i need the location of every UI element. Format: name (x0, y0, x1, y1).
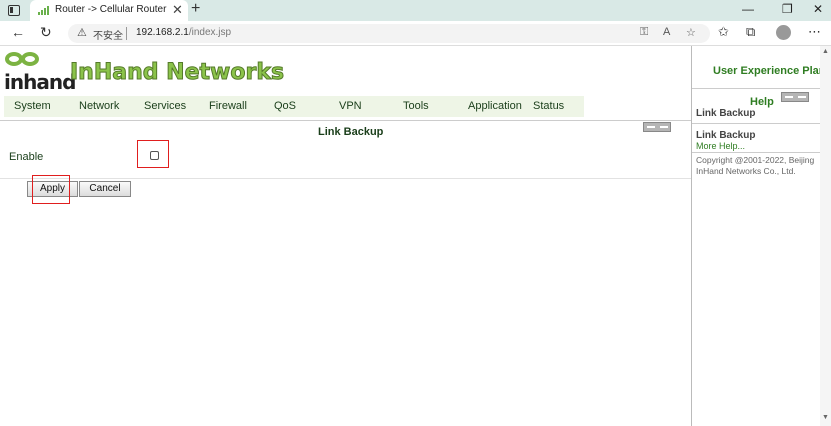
more-menu-icon[interactable]: ⋯ (808, 24, 821, 40)
more-help-link[interactable]: More Help... (696, 141, 745, 151)
tab-title: Router -> Cellular Router (55, 4, 167, 15)
maximize-window-icon[interactable]: ❐ (782, 2, 793, 16)
panel-window-controls-icon[interactable] (643, 122, 671, 132)
new-tab-icon[interactable]: + (191, 0, 200, 18)
refresh-icon[interactable]: ↻ (40, 24, 52, 41)
url-separator (126, 27, 127, 40)
menu-firewall[interactable]: Firewall (209, 100, 247, 112)
menu-status[interactable]: Status (533, 100, 564, 112)
minimize-window-icon[interactable]: — (742, 2, 754, 16)
sidebar-border (691, 46, 692, 426)
sidebar-divider (692, 123, 831, 124)
menu-application[interactable]: Application (468, 100, 522, 112)
menu-services[interactable]: Services (144, 100, 186, 112)
help-topic-2: Link Backup (696, 130, 756, 141)
menu-vpn[interactable]: VPN (339, 100, 362, 112)
enable-label: Enable (9, 151, 44, 163)
url-host: 192.168.2.1 (136, 27, 189, 38)
url-text: 192.168.2.1/index.jsp (136, 27, 231, 38)
warning-icon[interactable]: ⚠ (77, 26, 87, 39)
help-topic-1: Link Backup (696, 108, 756, 119)
favorites-icon[interactable]: ✩ (718, 24, 729, 40)
address-bar-row: ← ↻ ⚠ 不安全 192.168.2.1/index.jsp ⚿ A ☆ ✩ … (0, 21, 831, 46)
logo-mark-icon (5, 52, 39, 66)
close-window-icon[interactable]: ✕ (813, 2, 823, 16)
tab-actions-icon[interactable] (8, 5, 20, 16)
signal-favicon-icon (38, 6, 50, 15)
url-path: /index.jsp (188, 27, 232, 38)
sidebar-divider (692, 152, 831, 153)
inhand-logo: inhand (4, 50, 76, 95)
key-icon[interactable]: ⚿ (640, 26, 648, 39)
read-aloud-icon[interactable]: A (663, 26, 670, 38)
main-menu: System Network Services Firewall QoS VPN… (4, 96, 584, 117)
row-divider (0, 178, 691, 179)
back-icon[interactable]: ← (11, 24, 25, 40)
brand-name: InHand Networks (69, 60, 285, 86)
browser-tab-bar: Router -> Cellular Router ✕ + — ❐ ✕ (0, 0, 831, 21)
profile-avatar[interactable] (776, 25, 791, 40)
section-title: Link Backup (318, 126, 384, 138)
collections-icon[interactable]: ⧉ (746, 24, 755, 40)
user-experience-plan-link[interactable]: User Experience Plan (713, 65, 826, 77)
help-title: Help (750, 96, 774, 108)
cancel-button[interactable]: Cancel (79, 181, 131, 197)
insecure-label: 不安全 (93, 31, 123, 42)
add-favorite-icon[interactable]: ☆ (686, 26, 696, 39)
browser-tab[interactable]: Router -> Cellular Router ✕ (30, 0, 188, 21)
logo-text: inhand (4, 70, 76, 94)
router-page: inhand InHand Networks System Network Se… (0, 46, 831, 426)
menu-qos[interactable]: QoS (274, 100, 296, 112)
menu-tools[interactable]: Tools (403, 100, 429, 112)
url-field[interactable]: ⚠ 不安全 192.168.2.1/index.jsp ⚿ A ☆ (68, 24, 710, 43)
scroll-down-icon[interactable]: ▼ (822, 414, 829, 421)
section-divider (0, 120, 691, 121)
sidebar-divider (692, 88, 831, 89)
enable-checkbox[interactable] (150, 151, 159, 160)
copyright-text: Copyright @2001-2022, Beijing InHand Net… (696, 155, 815, 176)
menu-system[interactable]: System (14, 100, 51, 112)
help-window-controls-icon[interactable] (781, 92, 809, 102)
apply-highlight (32, 175, 70, 204)
menu-network[interactable]: Network (79, 100, 119, 112)
sidebar-scrollbar[interactable]: ▲ ▼ (820, 46, 831, 426)
scroll-up-icon[interactable]: ▲ (822, 48, 829, 55)
tab-close-icon[interactable]: ✕ (172, 2, 183, 18)
